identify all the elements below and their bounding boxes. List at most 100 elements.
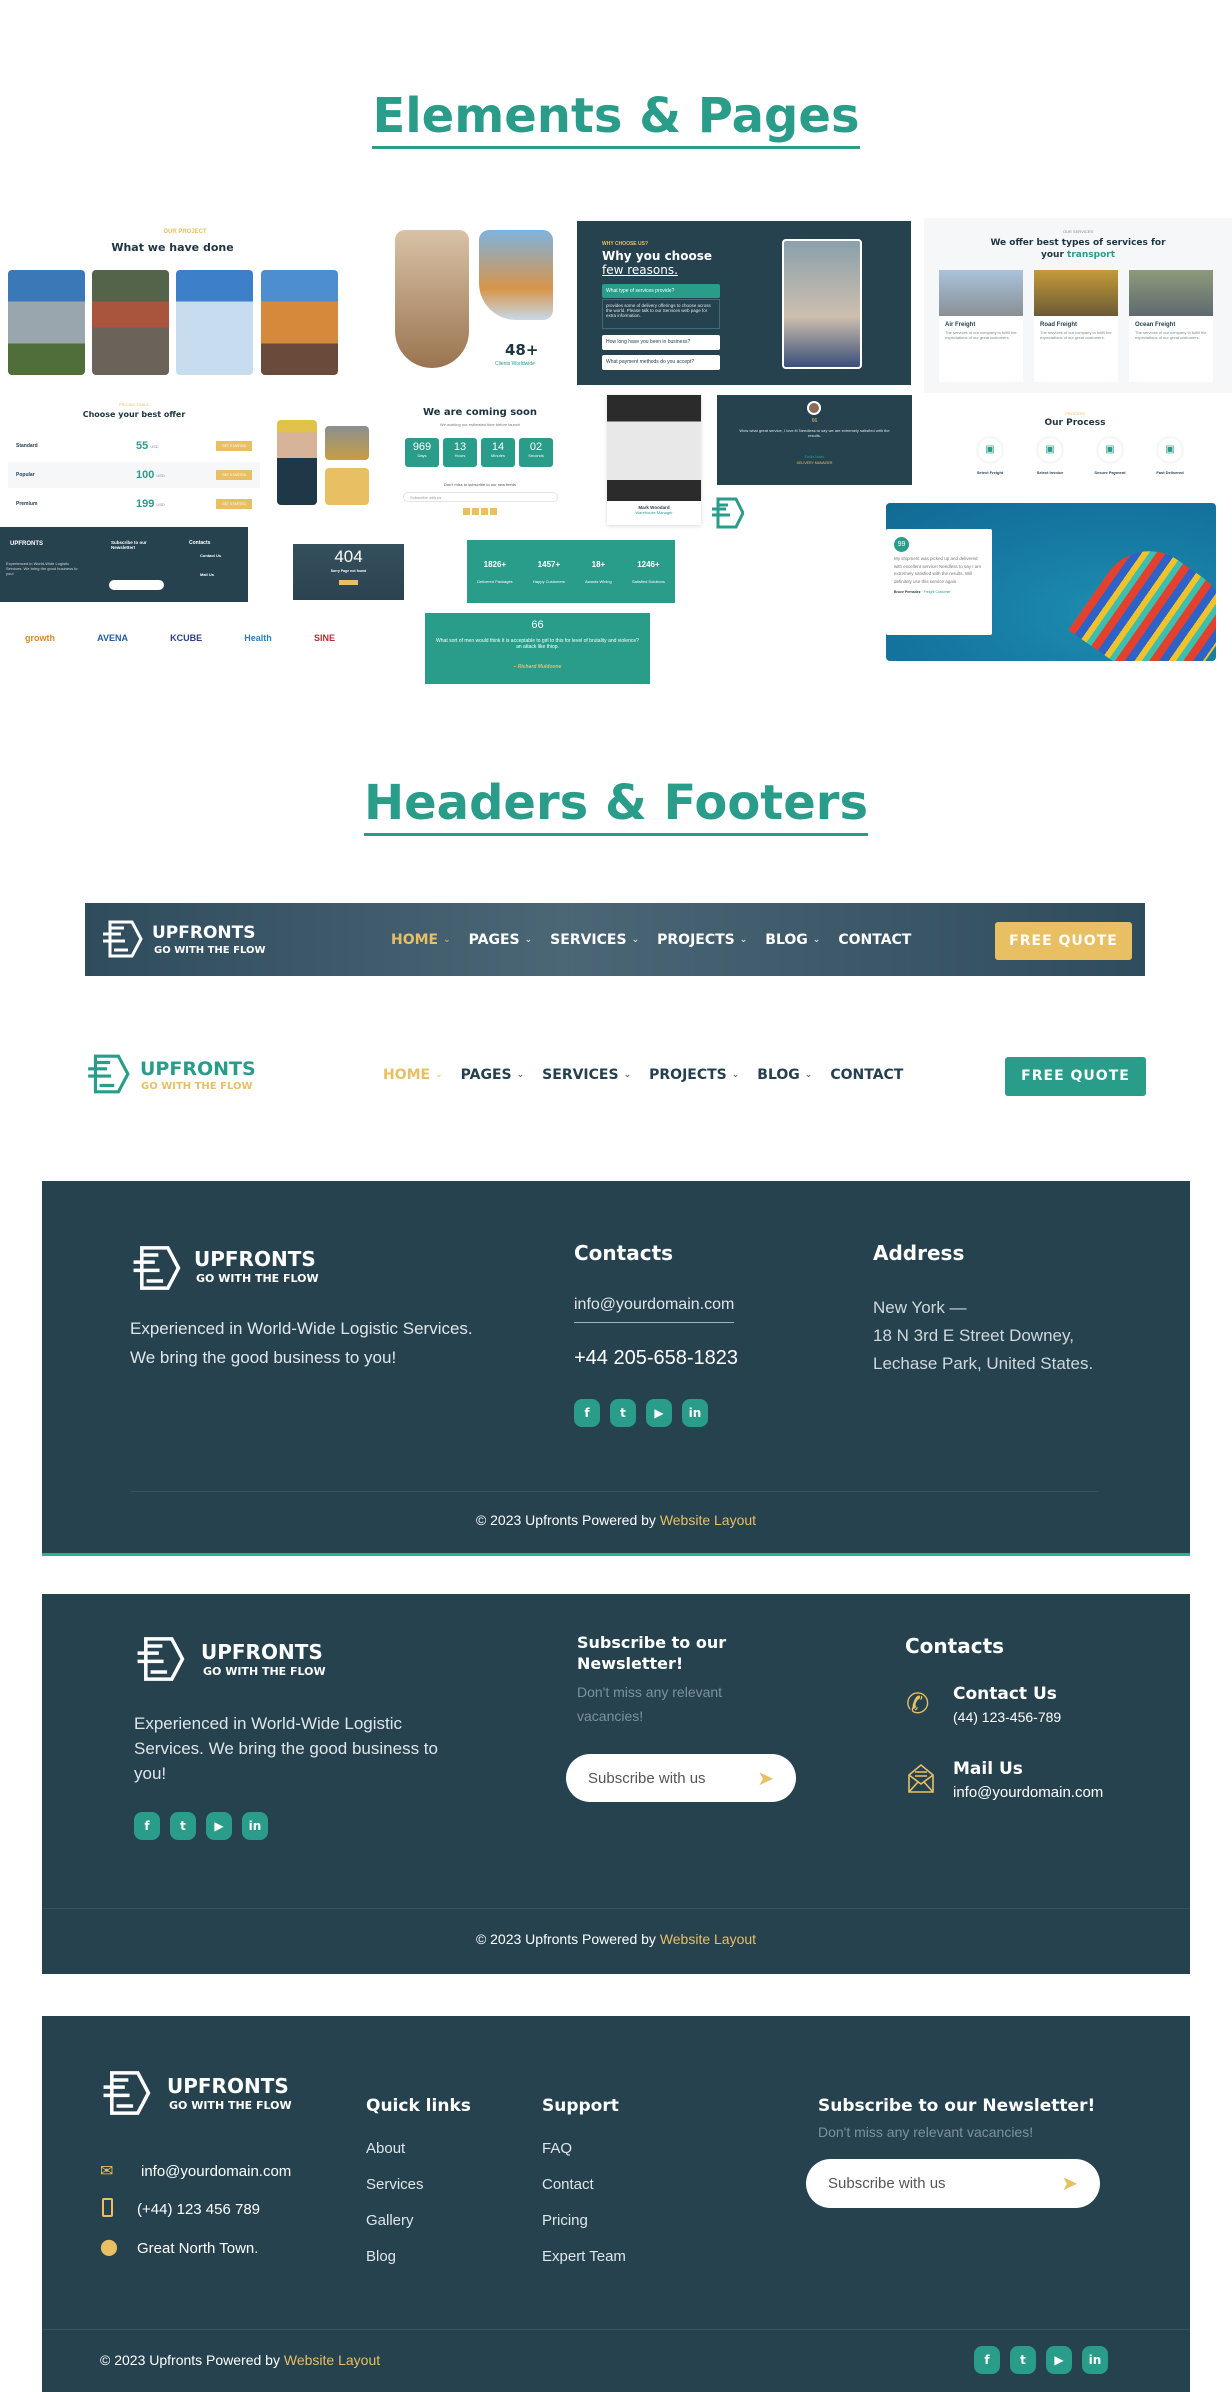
send-icon[interactable]: ➤ [757, 1766, 774, 1791]
ship-testimonial-preview[interactable]: 99 My shipment was picked up and deliver… [886, 503, 1216, 661]
website-layout-link[interactable]: Website Layout [660, 1931, 756, 1947]
nav-item-contact[interactable]: CONTACT [830, 1067, 903, 1083]
support-link[interactable]: FAQ [542, 2140, 626, 2157]
footer1-brand: UPFRONTS [194, 1247, 316, 1271]
support-link[interactable]: Contact [542, 2176, 626, 2193]
nav-item-contact[interactable]: CONTACT [838, 932, 911, 948]
coming-soon-subtitle: We working our estimated time before lau… [439, 422, 521, 427]
countdown-box: 13 Hours [443, 438, 477, 467]
faq-item[interactable]: How long have you been in business? [602, 335, 720, 350]
coming-soon-socials[interactable] [463, 508, 497, 515]
faq-item-active[interactable]: What type of services provide? [602, 284, 720, 298]
chevron-down-icon: ⌄ [443, 935, 451, 945]
nav-item-home[interactable]: HOME ⌄ [383, 1067, 443, 1083]
footer3-logo[interactable] [100, 2069, 152, 2122]
ship-testimonial-name: Bruce Pernadez [894, 589, 921, 594]
footer2-subscribe-input[interactable]: Subscribe with us ➤ [566, 1754, 796, 1802]
header-light-logo[interactable] [85, 1052, 131, 1101]
plan-price: 100 [136, 469, 155, 481]
go-home-button[interactable] [339, 580, 358, 585]
free-quote-button[interactable]: FREE QUOTE [1005, 1057, 1146, 1096]
testimonial-dark-preview[interactable]: 66 Wow what great service, I love it! Ne… [717, 395, 912, 485]
faq-item[interactable]: What payment methods do you accept? [602, 355, 720, 370]
nav-item-projects[interactable]: PROJECTS ⌄ [657, 932, 747, 948]
client-logos: growth AVENA KCUBE Health SINE [25, 633, 335, 643]
youtube-icon[interactable]: ▶ [646, 1399, 672, 1427]
clients-stat-preview: 48+ Clients Worldwide [395, 228, 555, 373]
nav-item-services[interactable]: SERVICES ⌄ [542, 1067, 631, 1083]
get-started-button[interactable]: GET STARTED [215, 470, 252, 480]
nav-item-blog[interactable]: BLOG ⌄ [757, 1067, 812, 1083]
footer1-phone[interactable]: +44 205-658-1823 [574, 1347, 738, 1370]
linkedin-icon[interactable]: in [242, 1812, 268, 1840]
quick-link-blog[interactable]: Blog [366, 2248, 424, 2265]
truck-image [8, 270, 85, 375]
send-icon[interactable]: ➤ [1061, 2171, 1078, 2196]
services-preview[interactable]: OUR SERVICES We offer best types of serv… [924, 218, 1232, 393]
footer-1: UPFRONTS GO WITH THE FLOW Experienced in… [42, 1181, 1190, 1556]
nav-item-services[interactable]: SERVICES ⌄ [550, 932, 639, 948]
linkedin-icon[interactable]: in [1082, 2346, 1108, 2374]
quick-link-about[interactable]: About [366, 2140, 424, 2157]
mini-footer-text: Experienced in World-Wide Logistic Servi… [6, 561, 78, 576]
support-link[interactable]: Pricing [542, 2212, 626, 2229]
footer2-copyright: © 2023 Upfronts Powered by Website Layou… [475, 1931, 757, 1947]
footer3-divider [42, 2329, 1190, 2330]
error-404-preview[interactable]: 404 Sorry Page not found [293, 544, 404, 600]
get-started-button[interactable]: GET STARTED [215, 441, 252, 451]
facebook-icon[interactable]: f [574, 1399, 600, 1427]
footer1-logo[interactable] [130, 1244, 182, 1297]
footer3-phone[interactable]: (+44) 123 456 789 [137, 2201, 260, 2218]
why-choose-preview[interactable]: WHY CHOOSE US? Why you choose few reason… [577, 221, 911, 385]
process-step-icon: ▣ [1158, 438, 1182, 462]
subscribe-placeholder: Subscribe with us [588, 1769, 706, 1787]
nav-item-pages[interactable]: PAGES ⌄ [469, 932, 533, 948]
service-card-road[interactable]: Road Freight The services of our company… [1034, 270, 1118, 382]
ship-testimonial-role: Freight Customer [923, 589, 951, 594]
nav-item-blog[interactable]: BLOG ⌄ [765, 932, 820, 948]
quote-box-text: What sort of men would think it is accep… [436, 638, 639, 650]
coming-soon-subscribe-input[interactable]: Subscribe with us [403, 492, 558, 502]
facebook-icon[interactable]: f [974, 2346, 1000, 2374]
projects-preview[interactable]: OUR PROJECT What we have done [0, 225, 370, 385]
footer3-email[interactable]: info@yourdomain.com [141, 2163, 291, 2180]
service-card-ocean[interactable]: Ocean Freight The services of our compan… [1129, 270, 1213, 382]
website-layout-link[interactable]: Website Layout [660, 1512, 756, 1528]
linkedin-icon[interactable]: in [682, 1399, 708, 1427]
quick-link-gallery[interactable]: Gallery [366, 2212, 424, 2229]
contact-us-value[interactable]: (44) 123-456-789 [953, 1709, 1061, 1725]
footer1-email-link[interactable]: info@yourdomain.com [574, 1296, 735, 1323]
port-photo [479, 230, 553, 320]
header-light-nav: HOME ⌄ PAGES ⌄ SERVICES ⌄ PROJECTS ⌄ BLOG ⌄ CONTAC… [383, 1066, 921, 1084]
nav-item-projects[interactable]: PROJECTS ⌄ [649, 1067, 739, 1083]
footer2-logo[interactable] [134, 1635, 186, 1688]
logo-icon [137, 1637, 185, 1681]
youtube-icon[interactable]: ▶ [1046, 2346, 1072, 2374]
get-started-button[interactable]: GET STARTED [215, 499, 252, 509]
mail-us-value[interactable]: info@yourdomain.com [953, 1784, 1103, 1801]
pricing-preview[interactable]: PRICING TABLE Choose your best offer Sta… [0, 395, 268, 525]
twitter-icon[interactable]: t [1010, 2346, 1036, 2374]
quote-box-preview: 66 What sort of men would think it is ac… [425, 613, 650, 684]
courier-photo [782, 239, 862, 369]
service-card-air[interactable]: Air Freight The services of our company … [939, 270, 1023, 382]
twitter-icon[interactable]: t [610, 1399, 636, 1427]
facebook-icon[interactable]: f [134, 1812, 160, 1840]
website-layout-link[interactable]: Website Layout [284, 2352, 380, 2368]
support-link[interactable]: Expert Team [542, 2248, 626, 2265]
free-quote-button[interactable]: FREE QUOTE [995, 922, 1132, 960]
quick-link-services[interactable]: Services [366, 2176, 424, 2193]
footer3-subscribe-title: Subscribe to our Newsletter! [818, 2096, 1096, 2116]
mini-footer-subscribe-input[interactable] [109, 580, 164, 590]
nav-item-pages[interactable]: PAGES ⌄ [461, 1067, 525, 1083]
nav-item-home[interactable]: HOME ⌄ [391, 932, 451, 948]
footer3-subscribe-input[interactable]: Subscribe with us ➤ [806, 2159, 1100, 2208]
process-step: ▣ Select Invoice [1025, 438, 1075, 475]
team-member-card[interactable]: Mark Woodard Warehouse Manager [607, 395, 701, 525]
coming-soon-preview[interactable]: We are coming soon We working our estima… [395, 400, 565, 525]
header-dark-logo[interactable] [100, 919, 144, 964]
error-title: Sorry Page not found [330, 569, 367, 573]
logo-icon [103, 2071, 151, 2115]
youtube-icon[interactable]: ▶ [206, 1812, 232, 1840]
twitter-icon[interactable]: t [170, 1812, 196, 1840]
